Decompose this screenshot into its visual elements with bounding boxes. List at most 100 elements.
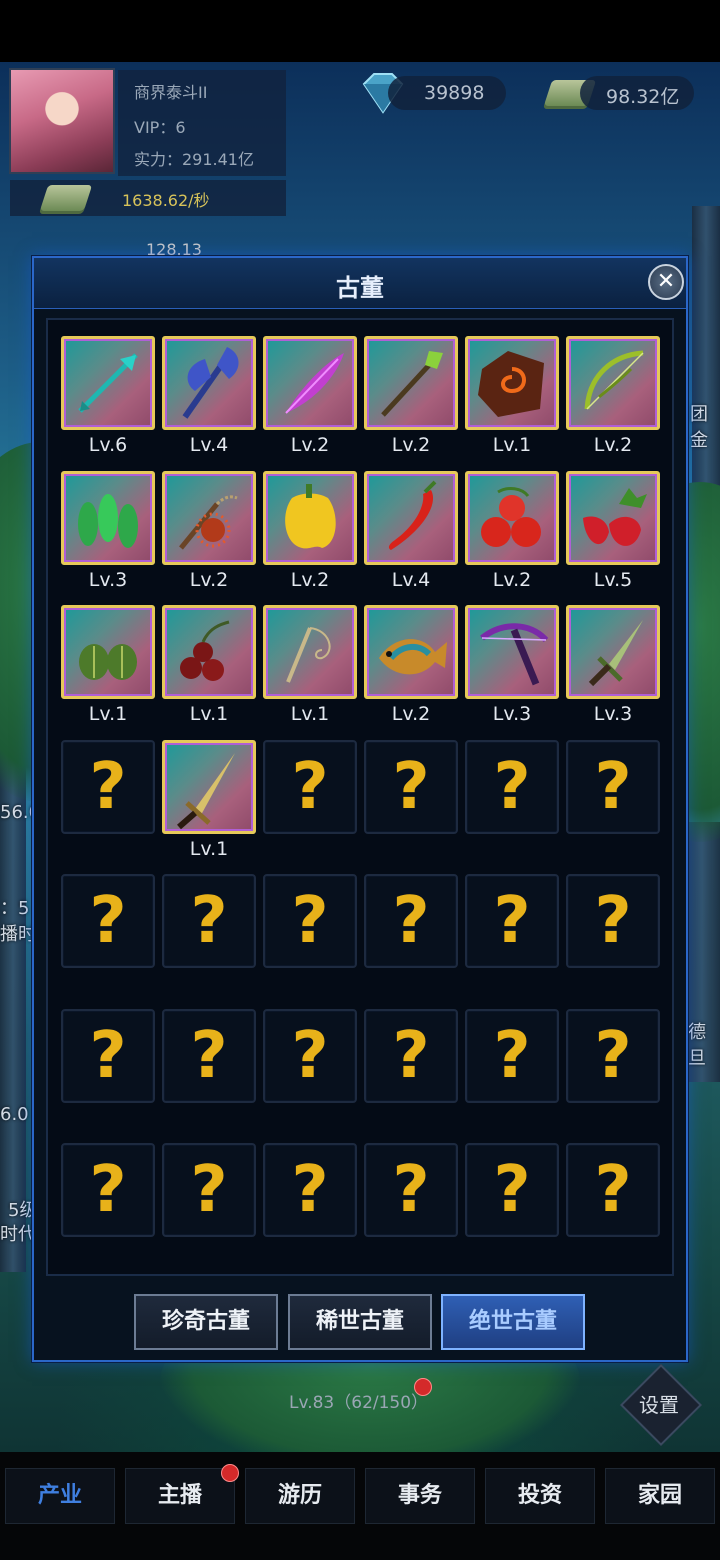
side-label: 德旦	[688, 1022, 706, 1069]
locked-slot[interactable]: ?	[61, 740, 155, 834]
locked-slot[interactable]: ?	[465, 1009, 559, 1103]
question-mark-icon: ?	[594, 750, 632, 824]
question-mark-icon: ?	[392, 884, 430, 958]
question-mark-icon: ?	[594, 1019, 632, 1093]
antique-slot[interactable]	[364, 605, 458, 699]
antique-slot[interactable]	[61, 605, 155, 699]
close-button[interactable]: ✕	[648, 264, 684, 300]
antique-slot[interactable]	[162, 605, 256, 699]
modal-title: 古董	[336, 274, 384, 302]
green-bullets-icon	[78, 494, 138, 548]
player-power: 实力：291.41亿	[134, 150, 254, 169]
question-mark-icon: ?	[190, 1019, 228, 1093]
tab-scarce-antiques[interactable]: 稀世古董	[288, 1294, 432, 1350]
settings-button[interactable]: 设置	[619, 1363, 703, 1447]
antique-slot[interactable]	[566, 336, 660, 430]
antique-level: Lv.2	[189, 569, 229, 591]
nav-travel[interactable]: 游历	[245, 1468, 355, 1524]
antique-slot[interactable]	[566, 605, 660, 699]
locked-slot[interactable]: ?	[364, 1009, 458, 1103]
locked-slot[interactable]: ?	[364, 874, 458, 968]
player-info-panel: 商界泰斗II VIP：6 实力：291.41亿	[118, 70, 286, 176]
locked-slot[interactable]: ?	[465, 1143, 559, 1237]
antique-slot[interactable]	[162, 740, 256, 834]
question-mark-icon: ?	[594, 884, 632, 958]
locked-slot[interactable]: ?	[162, 1009, 256, 1103]
locked-slot[interactable]: ?	[162, 1143, 256, 1237]
tab-peerless-antiques[interactable]: 绝世古董	[441, 1294, 585, 1350]
nav-investment[interactable]: 投资	[485, 1468, 595, 1524]
locked-slot[interactable]: ?	[364, 1143, 458, 1237]
cherries-icon	[180, 620, 230, 681]
antique-slot[interactable]	[364, 336, 458, 430]
antique-level: Lv.5	[593, 569, 633, 591]
question-mark-icon: ?	[291, 750, 329, 824]
antique-slot[interactable]	[61, 336, 155, 430]
locked-slot[interactable]: ?	[61, 1143, 155, 1237]
notification-badge	[414, 1378, 432, 1396]
locked-slot[interactable]: ?	[61, 874, 155, 968]
close-icon: ✕	[656, 269, 676, 294]
side-label: 播时	[0, 924, 36, 945]
question-mark-icon: ?	[493, 884, 531, 958]
antique-slot[interactable]	[465, 605, 559, 699]
antique-slot[interactable]	[465, 336, 559, 430]
nav-affairs[interactable]: 事务	[365, 1468, 475, 1524]
antique-slot[interactable]	[263, 336, 357, 430]
antique-level: Lv.2	[593, 434, 633, 456]
antique-slot[interactable]	[61, 471, 155, 565]
locked-slot[interactable]: ?	[566, 740, 660, 834]
player-avatar[interactable]	[9, 68, 115, 174]
locked-slot[interactable]: ?	[263, 874, 357, 968]
antique-level: Lv.6	[88, 434, 128, 456]
locked-slot[interactable]: ?	[364, 740, 458, 834]
cash-counter[interactable]: 98.32亿	[580, 76, 694, 110]
nav-streamer[interactable]: 主播	[125, 1468, 235, 1524]
side-label: 时代	[0, 1224, 36, 1245]
locked-slot[interactable]: ?	[61, 1009, 155, 1103]
antique-slot[interactable]	[263, 471, 357, 565]
arrow-icon	[78, 353, 138, 413]
locked-slot[interactable]: ?	[465, 874, 559, 968]
player-vip: VIP：6	[134, 118, 186, 137]
tab-rare-antiques[interactable]: 珍奇古董	[134, 1294, 278, 1350]
antique-slot[interactable]	[566, 471, 660, 565]
antique-slot[interactable]	[364, 471, 458, 565]
antique-level: Lv.4	[189, 434, 229, 456]
antique-level: Lv.2	[290, 569, 330, 591]
diamond-counter[interactable]: 39898	[388, 76, 506, 110]
antique-level: Lv.2	[391, 434, 431, 456]
diamond-count: 39898	[424, 82, 485, 104]
antique-slot[interactable]	[162, 336, 256, 430]
antique-slot[interactable]	[162, 471, 256, 565]
locked-slot[interactable]: ?	[162, 874, 256, 968]
antique-slot[interactable]	[263, 605, 357, 699]
question-mark-icon: ?	[392, 1153, 430, 1227]
question-mark-icon: ?	[291, 884, 329, 958]
question-mark-icon: ?	[392, 750, 430, 824]
locked-slot[interactable]: ?	[566, 874, 660, 968]
question-mark-icon: ?	[89, 884, 127, 958]
income-rate: 1638.62/秒	[122, 191, 210, 210]
magma-rock-icon	[478, 351, 544, 417]
nav-industry[interactable]: 产业	[5, 1468, 115, 1524]
question-mark-icon: ?	[493, 1153, 531, 1227]
cash-amount: 98.32亿	[606, 86, 680, 108]
bottom-nav: 产业 主播 游历 事务 投资 家园	[0, 1452, 720, 1560]
locked-slot[interactable]: ?	[566, 1009, 660, 1103]
locked-slot[interactable]: ?	[263, 1009, 357, 1103]
locked-slot[interactable]: ?	[566, 1143, 660, 1237]
locked-slot[interactable]: ?	[465, 740, 559, 834]
locked-slot[interactable]: ?	[263, 740, 357, 834]
antique-level: Lv.1	[189, 703, 229, 725]
top-bar	[0, 0, 720, 62]
bell-pepper-icon	[285, 484, 336, 549]
antique-level: Lv.1	[290, 703, 330, 725]
bow-icon	[584, 350, 644, 410]
dagger-icon	[588, 620, 643, 687]
antique-slot[interactable]	[465, 471, 559, 565]
locked-slot[interactable]: ?	[263, 1143, 357, 1237]
whip-icon	[286, 627, 331, 683]
antique-level: Lv.3	[492, 703, 532, 725]
nav-home[interactable]: 家园	[605, 1468, 715, 1524]
